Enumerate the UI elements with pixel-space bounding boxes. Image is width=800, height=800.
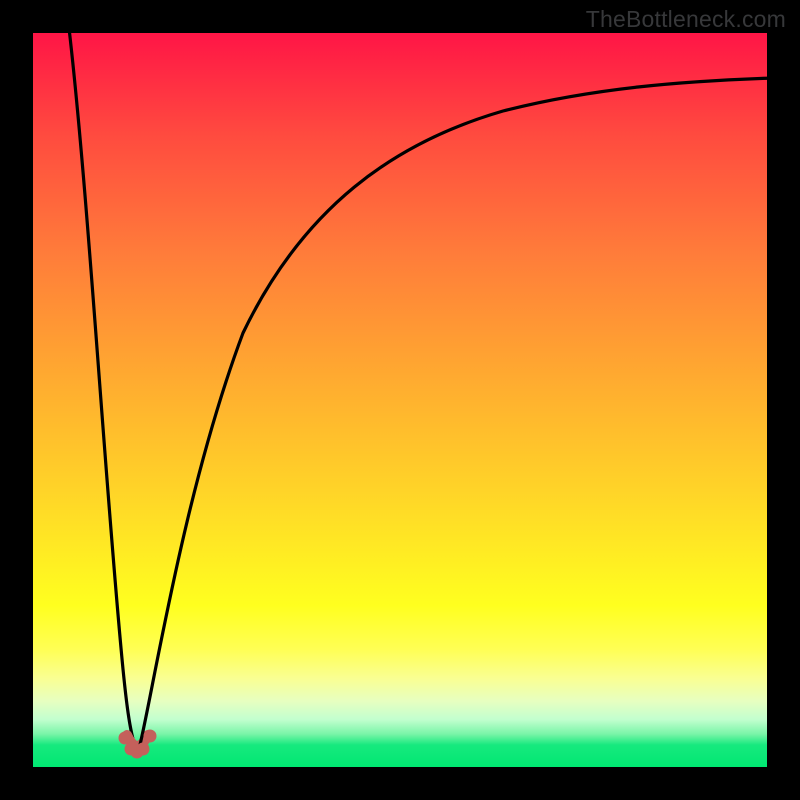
curve-left-branch	[69, 28, 136, 749]
marker-dot	[119, 732, 132, 745]
watermark-text: TheBottleneck.com	[586, 6, 786, 33]
bottleneck-chart	[33, 33, 767, 767]
marker-dot	[137, 743, 150, 756]
curve-right-branch	[139, 78, 773, 749]
marker-dot	[144, 730, 157, 743]
plot-area	[33, 33, 767, 767]
